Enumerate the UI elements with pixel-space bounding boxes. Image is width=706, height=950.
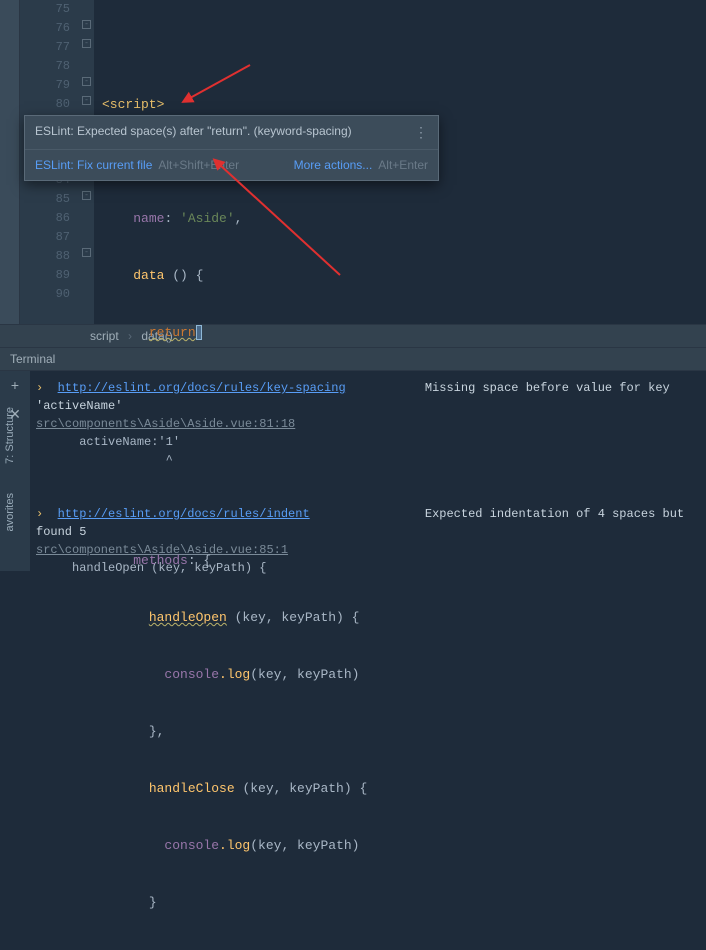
warn-icon: › (36, 381, 43, 395)
favorites-tool-button[interactable]: avorites (4, 493, 16, 532)
line-number: 80 (20, 95, 70, 114)
structure-tool-button[interactable]: 7: Structure (4, 407, 16, 464)
line-number: 79 (20, 76, 70, 95)
fold-marker[interactable]: - (82, 20, 91, 29)
fold-marker[interactable]: - (82, 39, 91, 48)
left-tool-labels: 7: Structure avorites (4, 377, 28, 532)
text-caret (196, 325, 202, 340)
popup-message: ESLint: Expected space(s) after "return"… (35, 124, 352, 141)
fold-marker[interactable]: - (82, 96, 91, 105)
lint-popup: ESLint: Expected space(s) after "return"… (24, 115, 439, 181)
fold-marker[interactable]: - (82, 77, 91, 86)
line-number: 75 (20, 0, 70, 19)
more-actions-link[interactable]: More actions... (294, 158, 373, 172)
fix-file-action[interactable]: ESLint: Fix current file (35, 158, 152, 172)
shortcut-hint: Alt+Shift+Enter (158, 158, 239, 172)
line-number: 90 (20, 285, 70, 304)
line-number: 88 (20, 247, 70, 266)
fold-marker[interactable]: - (82, 248, 91, 257)
fold-marker[interactable]: - (82, 191, 91, 200)
shortcut-hint: Alt+Enter (378, 158, 428, 172)
popup-more-icon[interactable]: ⋮ (414, 124, 428, 141)
line-number: 86 (20, 209, 70, 228)
line-number: 76 (20, 19, 70, 38)
line-number: 78 (20, 57, 70, 76)
line-number: 87 (20, 228, 70, 247)
line-number: 77 (20, 38, 70, 57)
left-tool-sidebar (0, 0, 20, 324)
warn-icon: › (36, 507, 43, 521)
line-number: 85 (20, 190, 70, 209)
line-number: 89 (20, 266, 70, 285)
